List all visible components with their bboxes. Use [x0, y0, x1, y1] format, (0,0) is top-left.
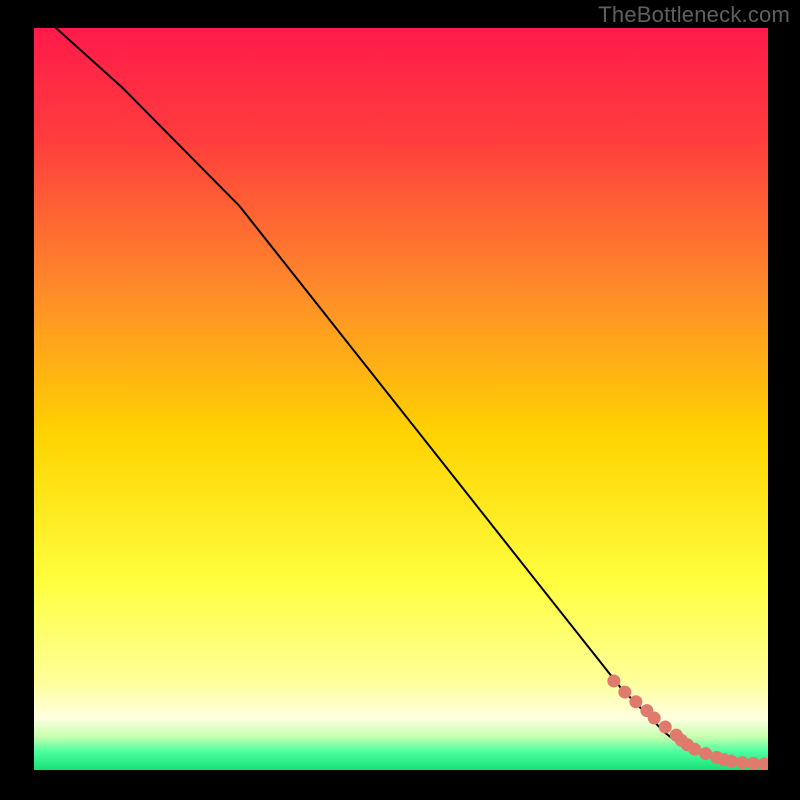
scatter-point: [736, 756, 749, 769]
chart-frame: TheBottleneck.com: [0, 0, 800, 800]
scatter-point: [747, 757, 760, 770]
plot-area: [34, 28, 768, 770]
scatter-point: [607, 674, 620, 687]
scatter-point: [699, 747, 712, 760]
scatter-point: [618, 686, 631, 699]
chart-svg: [34, 28, 768, 770]
scatter-point: [725, 755, 738, 768]
watermark-text: TheBottleneck.com: [598, 2, 790, 28]
scatter-point: [648, 712, 661, 725]
scatter-point: [629, 695, 642, 708]
scatter-point: [659, 720, 672, 733]
gradient-rect: [34, 28, 768, 770]
